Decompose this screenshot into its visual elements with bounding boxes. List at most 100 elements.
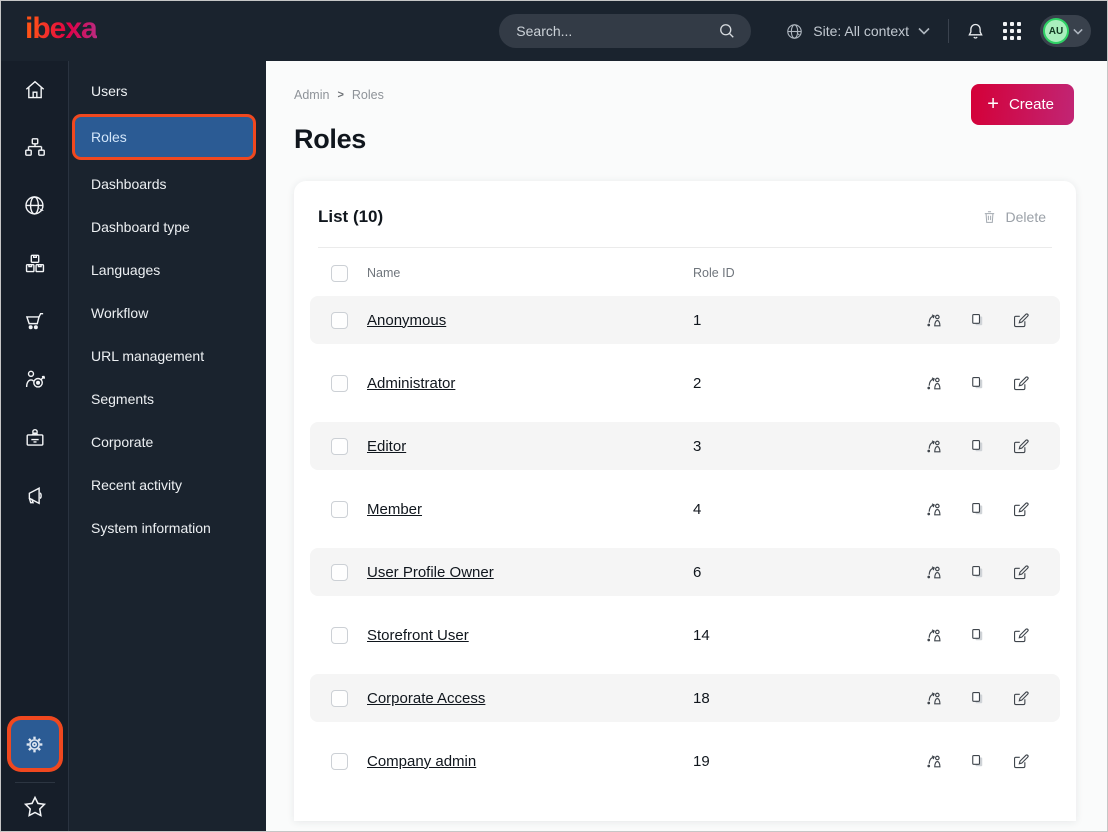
role-id: 19 <box>693 752 710 770</box>
rail-item-bookmarks[interactable] <box>21 793 49 821</box>
edit-icon[interactable] <box>1011 752 1030 771</box>
role-link[interactable]: Company admin <box>367 753 693 770</box>
roles-list-card: List (10) Delete Name Role ID Anonymous <box>294 181 1076 821</box>
role-link[interactable]: Administrator <box>367 375 693 392</box>
rail-item-content[interactable] <box>1 119 68 177</box>
assign-user-icon[interactable] <box>924 751 944 771</box>
row-checkbox[interactable] <box>331 689 348 707</box>
content-tree-icon <box>22 135 48 161</box>
gear-icon <box>21 731 48 758</box>
avatar[interactable]: AU <box>1043 18 1069 44</box>
column-header-name: Name <box>367 266 401 280</box>
edit-icon[interactable] <box>1011 311 1030 330</box>
row-checkbox[interactable] <box>331 437 348 455</box>
assign-user-icon[interactable] <box>924 562 944 582</box>
assign-user-icon[interactable] <box>924 373 944 393</box>
copy-icon[interactable] <box>968 563 987 582</box>
row-checkbox[interactable] <box>331 752 348 770</box>
role-link[interactable]: Corporate Access <box>367 690 693 707</box>
delete-button[interactable]: Delete <box>982 209 1046 225</box>
rail-item-product-catalog[interactable] <box>1 235 68 293</box>
role-link[interactable]: User Profile Owner <box>367 564 693 581</box>
rail-item-marketing[interactable] <box>1 467 68 525</box>
app-window: ibexa Site: All context <box>0 0 1108 832</box>
sidebar-item-system-information[interactable]: System information <box>69 506 266 549</box>
copy-icon[interactable] <box>968 752 987 771</box>
copy-icon[interactable] <box>968 311 987 330</box>
create-button[interactable]: + Create <box>971 84 1074 125</box>
role-id: 3 <box>693 437 702 455</box>
card-divider <box>318 247 1052 248</box>
trash-icon <box>982 209 997 225</box>
rail-item-site[interactable] <box>1 177 68 235</box>
role-id: 14 <box>693 626 710 644</box>
copy-icon[interactable] <box>968 437 987 456</box>
user-menu[interactable]: AU <box>1040 15 1091 47</box>
personalization-target-icon <box>22 367 48 393</box>
sidebar-item-dashboards[interactable]: Dashboards <box>69 162 266 205</box>
page-title: Roles <box>294 124 367 154</box>
edit-icon[interactable] <box>1011 374 1030 393</box>
admin-sidebar: Users Roles Dashboards Dashboard type La… <box>69 61 266 831</box>
sidebar-item-users[interactable]: Users <box>69 69 266 112</box>
plus-icon: + <box>987 92 999 115</box>
home-icon <box>22 77 48 103</box>
notifications-bell-icon[interactable] <box>965 21 986 42</box>
row-checkbox[interactable] <box>331 626 348 644</box>
rail-item-commerce[interactable] <box>1 293 68 351</box>
edit-icon[interactable] <box>1011 626 1030 645</box>
row-checkbox[interactable] <box>331 563 348 581</box>
row-checkbox[interactable] <box>331 500 348 518</box>
role-id: 18 <box>693 689 710 707</box>
rail-item-personalization[interactable] <box>1 351 68 409</box>
edit-icon[interactable] <box>1011 437 1030 456</box>
assign-user-icon[interactable] <box>924 625 944 645</box>
table-row: Storefront User 14 <box>310 611 1060 659</box>
search-input[interactable] <box>516 23 718 39</box>
breadcrumb-separator: > <box>337 89 344 101</box>
assign-user-icon[interactable] <box>924 688 944 708</box>
site-context-switcher[interactable]: Site: All context <box>785 22 930 41</box>
table-header: Name Role ID <box>310 250 1060 296</box>
copy-icon[interactable] <box>968 374 987 393</box>
rail-item-dashboard[interactable] <box>1 61 68 119</box>
sidebar-item-recent-activity[interactable]: Recent activity <box>69 463 266 506</box>
topbar-divider <box>948 19 949 43</box>
rail-item-customer-portal[interactable] <box>1 409 68 467</box>
rail-item-admin[interactable] <box>10 720 59 768</box>
chevron-down-icon <box>918 27 930 35</box>
assign-user-icon[interactable] <box>924 436 944 456</box>
row-checkbox[interactable] <box>331 311 348 329</box>
sidebar-item-languages[interactable]: Languages <box>69 248 266 291</box>
topbar: ibexa Site: All context <box>1 1 1107 61</box>
row-checkbox[interactable] <box>331 374 348 392</box>
role-link[interactable]: Storefront User <box>367 627 693 644</box>
copy-icon[interactable] <box>968 626 987 645</box>
sidebar-item-segments[interactable]: Segments <box>69 377 266 420</box>
sidebar-item-dashboard-type[interactable]: Dashboard type <box>69 205 266 248</box>
breadcrumb-admin[interactable]: Admin <box>294 88 329 102</box>
site-context-label: Site: All context <box>813 23 909 39</box>
role-link[interactable]: Member <box>367 501 693 518</box>
edit-icon[interactable] <box>1011 563 1030 582</box>
role-link[interactable]: Anonymous <box>367 312 693 329</box>
assign-user-icon[interactable] <box>924 499 944 519</box>
table-row: Company admin 19 <box>310 737 1060 785</box>
assign-user-icon[interactable] <box>924 310 944 330</box>
app-grid-icon[interactable] <box>1003 22 1021 40</box>
role-id: 2 <box>693 374 702 392</box>
sidebar-item-workflow[interactable]: Workflow <box>69 291 266 334</box>
copy-icon[interactable] <box>968 500 987 519</box>
edit-icon[interactable] <box>1011 689 1030 708</box>
global-search[interactable] <box>499 14 752 48</box>
site-globe-icon <box>22 193 48 219</box>
search-icon[interactable] <box>717 21 737 41</box>
globe-icon <box>785 22 804 41</box>
role-link[interactable]: Editor <box>367 438 693 455</box>
select-all-checkbox[interactable] <box>331 264 348 282</box>
sidebar-item-url-management[interactable]: URL management <box>69 334 266 377</box>
sidebar-item-roles[interactable]: Roles <box>75 117 253 157</box>
copy-icon[interactable] <box>968 689 987 708</box>
edit-icon[interactable] <box>1011 500 1030 519</box>
sidebar-item-corporate[interactable]: Corporate <box>69 420 266 463</box>
